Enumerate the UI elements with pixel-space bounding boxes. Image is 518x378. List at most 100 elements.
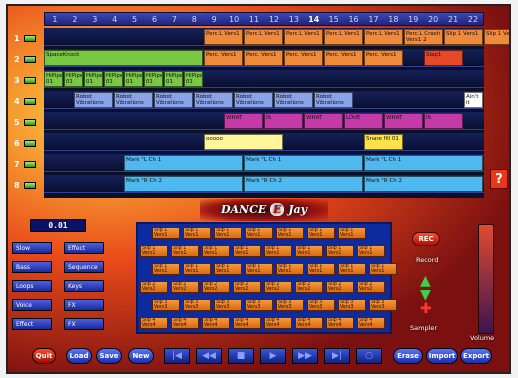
- export-button[interactable]: Export: [460, 348, 492, 364]
- sample-key[interactable]: Slip 1 Vers1: [214, 263, 242, 275]
- sample-key[interactable]: Slip 2 Vers2: [326, 281, 354, 293]
- control-button[interactable]: Slow: [12, 242, 52, 254]
- sample-clip[interactable]: Perc. Vers1: [244, 50, 283, 66]
- sample-clip[interactable]: Robot Vibrations: [234, 92, 273, 108]
- track-7-header[interactable]: 7: [14, 158, 42, 170]
- sample-clip[interactable]: WHAT: [224, 113, 263, 129]
- sample-key[interactable]: Slip 3 Vers3: [276, 299, 304, 311]
- sample-clip[interactable]: IS: [264, 113, 303, 129]
- sample-key[interactable]: Slip 2 Vers2: [233, 281, 261, 293]
- track-led-icon[interactable]: [24, 181, 36, 189]
- sample-key[interactable]: Slip 2 Vers2: [264, 281, 292, 293]
- sample-key[interactable]: Slip 1 Vers1: [152, 227, 180, 239]
- control-button[interactable]: Keys: [64, 280, 104, 292]
- sample-clip[interactable]: HiPipe 01: [124, 71, 143, 87]
- track-6-header[interactable]: 6: [14, 137, 42, 149]
- track-lane[interactable]: Robot Vibrations Robot Vibrations Robot Vi…: [44, 91, 484, 109]
- sample-clip[interactable]: Mark "R Ch 2: [364, 176, 483, 192]
- sample-clip[interactable]: Slap1: [424, 50, 463, 66]
- sample-key[interactable]: Slip 1 Vers1: [264, 245, 292, 257]
- last-icon[interactable]: ▶|: [324, 348, 350, 364]
- sample-key[interactable]: Slip 1 Vers1: [152, 263, 180, 275]
- sample-clip[interactable]: SpaceKnock: [44, 50, 203, 66]
- track-lane[interactable]: ooooo Snare fill 01: [44, 133, 484, 151]
- control-button[interactable]: Sequence: [64, 261, 104, 273]
- sample-key[interactable]: Slip 1 Vers1: [233, 245, 261, 257]
- sample-key[interactable]: Slip 1 Vers1: [307, 263, 335, 275]
- sample-key[interactable]: Slip 3 Vers3: [307, 299, 335, 311]
- sample-key[interactable]: Slip 1 Vers1: [245, 263, 273, 275]
- sample-clip[interactable]: Mark "L Ch 1: [364, 155, 483, 171]
- first-icon[interactable]: |◀: [164, 348, 190, 364]
- sample-clip[interactable]: HiPipe 01: [84, 71, 103, 87]
- sample-clip[interactable]: LOVE: [344, 113, 383, 129]
- sample-clip[interactable]: Perc. Vers1: [204, 50, 243, 66]
- sample-clip[interactable]: IS: [424, 113, 463, 129]
- track-led-icon[interactable]: [24, 139, 36, 147]
- control-button[interactable]: Effect: [12, 318, 52, 330]
- sample-key[interactable]: Slip 2 Vers2: [140, 281, 168, 293]
- rewind-icon[interactable]: ◀◀: [196, 348, 222, 364]
- track-led-icon[interactable]: [24, 118, 36, 126]
- sample-key[interactable]: Slip 4 Vers4: [326, 317, 354, 329]
- track-lane[interactable]: WHAT IS WHAT LOVE WHAT IS: [44, 112, 484, 130]
- track-3-header[interactable]: 3: [14, 74, 42, 86]
- sample-clip[interactable]: Perc. Vers1: [324, 50, 363, 66]
- sample-key[interactable]: Slip 2 Vers2: [171, 281, 199, 293]
- erase-button[interactable]: Erase: [393, 348, 423, 364]
- loop-icon[interactable]: ○: [356, 348, 382, 364]
- sample-key[interactable]: Slip 4 Vers4: [264, 317, 292, 329]
- sample-clip[interactable]: Robot Vibrations: [274, 92, 313, 108]
- sample-clip[interactable]: HiPipe 01: [144, 71, 163, 87]
- sample-key[interactable]: Slip 1 Vers1: [357, 245, 385, 257]
- control-button[interactable]: Loops: [12, 280, 52, 292]
- track-1-header[interactable]: 1: [14, 32, 42, 44]
- control-button[interactable]: FX: [64, 318, 104, 330]
- sample-key[interactable]: Slip 3 Vers3: [245, 299, 273, 311]
- add-icon[interactable]: ✚: [420, 302, 432, 316]
- rec-button[interactable]: REC: [412, 232, 440, 246]
- sample-clip[interactable]: Perc. Vers1: [284, 50, 323, 66]
- track-lane[interactable]: HiPipe 01 HiPipe 01 HiPipe 01 HiPipe 01 HiPi…: [44, 70, 484, 88]
- sample-clip[interactable]: Robot Vibrations: [74, 92, 113, 108]
- sample-key[interactable]: Slip 1 Vers1: [171, 245, 199, 257]
- load-button[interactable]: Load: [66, 348, 92, 364]
- sample-clip[interactable]: Mark "R Ch 2: [244, 176, 363, 192]
- sample-clip[interactable]: Robot Vibrations: [154, 92, 193, 108]
- import-button[interactable]: Import: [426, 348, 458, 364]
- sample-clip[interactable]: Perc.L Vers1: [324, 29, 363, 45]
- sample-clip[interactable]: Ain't it: [464, 92, 483, 108]
- arrow-down-icon[interactable]: ▼: [420, 288, 431, 302]
- track-lane[interactable]: Perc.L Vers1 Perc.L Vers1 Perc.L Vers1 Perc…: [44, 28, 509, 46]
- sample-clip[interactable]: HiPipe 01: [164, 71, 183, 87]
- control-button[interactable]: Effect: [64, 242, 104, 254]
- sample-key[interactable]: Slip 4 Vers4: [295, 317, 323, 329]
- sample-clip[interactable]: HiPipe 01: [104, 71, 123, 87]
- sample-key[interactable]: Slip 1 Vers1: [307, 227, 335, 239]
- track-5-header[interactable]: 5: [14, 116, 42, 128]
- sample-key[interactable]: Slip 1 Vers1: [338, 263, 366, 275]
- sample-clip[interactable]: Snare fill 01: [364, 134, 403, 150]
- sample-key[interactable]: Slip 3 Vers3: [214, 299, 242, 311]
- sample-key[interactable]: Slip 2 Vers2: [357, 281, 385, 293]
- sample-key[interactable]: Slip 4 Vers4: [357, 317, 385, 329]
- sample-clip[interactable]: ooooo: [204, 134, 283, 150]
- sample-key[interactable]: Slip 1 Vers1: [140, 245, 168, 257]
- help-button[interactable]: ?: [490, 169, 508, 189]
- sample-key[interactable]: Slip 1 Vers1: [338, 227, 366, 239]
- track-lane[interactable]: Mark "R Ch 2 Mark "R Ch 2 Mark "R Ch 2: [44, 175, 484, 193]
- track-led-icon[interactable]: [24, 160, 36, 168]
- sample-clip[interactable]: Perc. Vers1: [364, 50, 403, 66]
- sample-key[interactable]: Slip 1 Vers1: [183, 227, 211, 239]
- sample-key[interactable]: Slip 4 Vers4: [140, 317, 168, 329]
- sample-clip[interactable]: Mark "L Ch 1: [124, 155, 243, 171]
- control-button[interactable]: FX: [64, 299, 104, 311]
- fast-forward-icon[interactable]: ▶▶: [292, 348, 318, 364]
- play-icon[interactable]: ▶: [260, 348, 286, 364]
- sample-key[interactable]: Slip 1 Vers1: [245, 227, 273, 239]
- track-4-header[interactable]: 4: [14, 95, 42, 107]
- sample-clip[interactable]: Slip 1 Vers1: [484, 29, 509, 45]
- sample-clip[interactable]: Perc.L Vers1: [204, 29, 243, 45]
- sample-clip[interactable]: HiPipe 01: [184, 71, 203, 87]
- track-led-icon[interactable]: [24, 76, 36, 84]
